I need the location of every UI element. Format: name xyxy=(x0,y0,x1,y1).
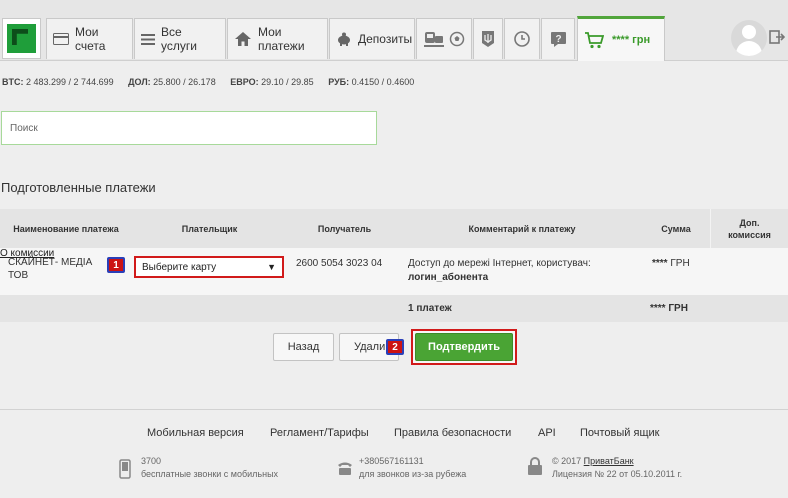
train-icon xyxy=(423,30,445,48)
payer-card-select[interactable]: Выберите карту ▼ xyxy=(134,256,284,278)
usd-label: ДОЛ: xyxy=(128,77,151,87)
eur-value: 29.10 / 29.85 xyxy=(261,77,314,87)
landline-phone-icon xyxy=(336,459,354,482)
tab-label: Депозиты xyxy=(358,32,413,46)
dropdown-arrow-icon: ▼ xyxy=(267,262,276,272)
footer-link-api[interactable]: API xyxy=(538,427,556,439)
eur-label: ЕВРО: xyxy=(230,77,259,87)
payment-count: 1 платеж xyxy=(408,303,452,314)
footer-link-tariffs[interactable]: Регламент/Тарифы xyxy=(270,427,369,439)
btc-label: BTC: xyxy=(2,77,24,87)
tab-deposits[interactable]: Депозиты xyxy=(329,18,415,59)
section-title: Подготовленные платежи xyxy=(1,180,156,195)
tab-my-accounts[interactable]: Мои счета xyxy=(46,18,133,59)
list-icon xyxy=(141,33,155,46)
header-name: Наименование платежа xyxy=(13,223,119,234)
recipient-account: 2600 5054 3023 04 xyxy=(296,258,383,269)
total-sum: **** ГРН xyxy=(650,303,688,314)
tab-all-services[interactable]: Все услуги xyxy=(134,18,226,59)
exchange-rates: BTC: 2 483.299 / 2 744.699 ДОЛ: 25.800 /… xyxy=(2,77,414,87)
payment-name: СКАЙНЕТ- МЕДІА ТОВ xyxy=(8,256,92,282)
payment-name-line2: ТОВ xyxy=(8,270,29,281)
balance-amount: **** грн xyxy=(612,34,651,46)
card-icon xyxy=(53,33,69,45)
header-sum: Сумма xyxy=(661,223,691,234)
full-phone-info: +380567161131 для звонков из-за рубежа xyxy=(359,455,466,481)
rub-value: 0.4150 / 0.4600 xyxy=(351,77,415,87)
total-sum-currency: ГРН xyxy=(668,303,688,314)
tab-label: Мои счета xyxy=(75,25,106,53)
payment-sum: **** ГРН xyxy=(652,258,690,269)
lock-icon xyxy=(527,456,543,481)
logout-icon[interactable] xyxy=(769,29,786,50)
table-footer: 1 платеж **** ГРН xyxy=(0,296,788,322)
page-footer: Мобильная версия Регламент/Тарифы Правил… xyxy=(0,409,788,498)
piggy-bank-icon xyxy=(336,32,352,46)
svg-text:?: ? xyxy=(555,34,561,45)
mobile-phone-icon xyxy=(119,459,131,484)
tab-cart[interactable]: **** грн xyxy=(577,16,665,61)
comment-line2: логин_абонента xyxy=(408,272,489,283)
annotation-badge-1: 1 xyxy=(107,257,125,273)
copyright-info: © 2017 ПриватБанк Лицензия № 22 от 05.10… xyxy=(552,455,682,481)
help-icon: ? xyxy=(550,31,567,48)
header-commission: Доп. комиссия xyxy=(710,209,788,248)
search-input[interactable] xyxy=(1,111,377,145)
confirm-button[interactable]: Подтвердить xyxy=(415,333,513,361)
payment-comment: Доступ до мережі Інтернет, користувач: л… xyxy=(408,257,591,285)
header-payer: Плательщик xyxy=(181,223,238,234)
comment-line1: Доступ до мережі Інтернет, користувач: xyxy=(408,258,591,269)
header-commission-line2: комиссия xyxy=(728,229,771,240)
usd-value: 25.800 / 26.178 xyxy=(153,77,216,87)
total-sum-stars: **** xyxy=(650,303,666,314)
header-comment: Комментарий к платежу xyxy=(468,223,576,234)
privatbank-logo[interactable] xyxy=(2,18,41,59)
sum-currency: ГРН xyxy=(670,258,690,269)
payment-name-line1: СКАЙНЕТ- МЕДІА xyxy=(8,257,93,268)
top-navigation: Мои счета Все услуги Мои платежи Депозит… xyxy=(0,0,788,61)
copyright-line: © 2017 ПриватБанк xyxy=(552,455,682,468)
avatar[interactable] xyxy=(731,20,767,56)
tab-label: Все услуги xyxy=(161,25,197,53)
history-icon xyxy=(513,30,531,48)
table-header: Наименование платежа Плательщик Получате… xyxy=(0,209,788,248)
tab-government[interactable] xyxy=(473,18,503,59)
license-text: Лицензия № 22 от 05.10.2011 г. xyxy=(552,469,683,479)
back-button[interactable]: Назад xyxy=(273,333,334,361)
bank-name-link[interactable]: ПриватБанк xyxy=(584,456,634,466)
house-icon xyxy=(234,31,252,47)
footer-link-security[interactable]: Правила безопасности xyxy=(394,427,511,439)
header-commission-line1: Доп. xyxy=(739,217,760,228)
copyright-prefix: © 2017 xyxy=(552,456,582,466)
full-phone-desc: для звонков из-за рубежа xyxy=(359,469,467,479)
short-phone-number: 3700 xyxy=(141,456,162,466)
sum-stars: **** xyxy=(652,258,668,269)
footer-link-mobile[interactable]: Мобильная версия xyxy=(147,427,244,439)
tab-travel[interactable] xyxy=(416,18,472,59)
short-phone-info: 3700 бесплатные звонки с мобильных xyxy=(141,455,278,481)
annotation-badge-2: 2 xyxy=(386,339,404,355)
cart-icon xyxy=(584,31,604,49)
short-phone-desc: бесплатные звонки с мобильных xyxy=(141,469,279,479)
btc-value: 2 483.299 / 2 744.699 xyxy=(26,77,114,87)
rub-label: РУБ: xyxy=(328,77,350,87)
tab-history[interactable] xyxy=(504,18,540,59)
full-phone-number: +380567161131 xyxy=(359,456,424,466)
tab-my-payments[interactable]: Мои платежи xyxy=(227,18,328,59)
tab-help[interactable]: ? xyxy=(541,18,575,59)
header-recipient: Получатель xyxy=(317,223,372,234)
trident-icon xyxy=(481,30,495,48)
tab-label: Мои платежи xyxy=(258,25,305,53)
football-icon xyxy=(449,31,465,47)
payer-select-value: Выберите карту xyxy=(142,261,217,273)
footer-link-mailbox[interactable]: Почтовый ящик xyxy=(580,427,659,439)
